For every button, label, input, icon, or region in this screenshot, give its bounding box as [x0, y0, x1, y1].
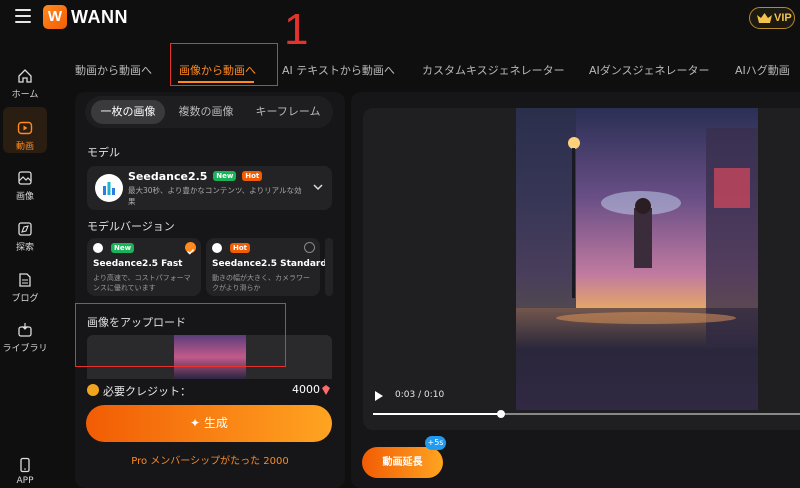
- sparkle-icon: ✦: [190, 416, 204, 430]
- model-version-label: モデルバージョン: [87, 220, 175, 233]
- image-mode-segmented: 一枚の画像 複数の画像 キーフレーム: [85, 96, 333, 128]
- nav-label: 探索: [15, 243, 34, 253]
- menu-icon[interactable]: [15, 9, 31, 23]
- segment-keyframe[interactable]: キーフレーム: [251, 100, 325, 124]
- model-description: 最大30秒、より豊かなコンテンツ、よりリアルな効果: [128, 186, 302, 206]
- unselected-radio-icon: [304, 242, 315, 253]
- blog-icon: [19, 273, 31, 287]
- tab-hug-video[interactable]: AIハグ動画: [735, 62, 790, 78]
- model-name-text: Seedance2.5: [128, 170, 208, 183]
- new-badge: New: [213, 171, 237, 181]
- credit-label: 必要クレジット：: [103, 385, 191, 398]
- selected-check-icon: [185, 242, 196, 255]
- segment-multiple-images[interactable]: 複数の画像: [169, 100, 243, 124]
- left-nav: ホーム 動画 画像 探索 ブログ ライブラリ APP: [0, 36, 50, 488]
- model-name: Seedance2.5 New Hot: [128, 170, 263, 183]
- vip-label: VIP: [774, 12, 792, 24]
- annotation-box-upload: [75, 303, 286, 367]
- nav-item-blog[interactable]: ブログ: [0, 272, 50, 304]
- explore-icon: [18, 222, 32, 236]
- version-card-fast[interactable]: New Seedance2.5 Fast より高速で、コストパフォーマ ンスに優…: [87, 238, 201, 296]
- model-label: モデル: [87, 146, 120, 159]
- nav-item-library[interactable]: ライブラリ: [0, 322, 50, 354]
- model-logo-icon: [212, 243, 222, 253]
- chevron-down-icon: [313, 184, 323, 191]
- video-progress-bar[interactable]: [373, 410, 800, 418]
- nav-item-explore[interactable]: 探索: [0, 221, 50, 253]
- logo-icon[interactable]: W: [43, 5, 67, 29]
- annotation-box-tab: [170, 43, 278, 86]
- nav-item-image[interactable]: 画像: [0, 170, 50, 202]
- model-logo-icon: [93, 243, 103, 253]
- model-logo-icon: [95, 174, 123, 202]
- video-icon: [17, 121, 33, 135]
- crown-icon: [757, 13, 772, 23]
- nav-item-video[interactable]: 動画: [0, 120, 50, 152]
- model-select[interactable]: Seedance2.5 New Hot 最大30秒、より豊かなコンテンツ、よりリ…: [87, 166, 332, 210]
- hot-badge: Hot: [242, 171, 263, 181]
- tab-video-to-video[interactable]: 動画から動画へ: [75, 62, 152, 78]
- version-desc-line: クがより滑らか: [212, 284, 261, 292]
- generate-button[interactable]: ✦ 生成: [86, 405, 332, 442]
- version-name: Seedance2.5 Fast: [93, 259, 183, 269]
- nav-item-home[interactable]: ホーム: [0, 68, 50, 100]
- credit-row: 必要クレジット： 4000: [87, 382, 332, 400]
- brand-name[interactable]: WANN: [71, 7, 128, 28]
- tab-text-to-video[interactable]: AI テキストから動画へ: [282, 62, 395, 78]
- image-icon: [18, 171, 32, 185]
- tab-dance-generator[interactable]: AIダンスジェネレーター: [589, 62, 710, 78]
- new-badge: New: [111, 243, 135, 253]
- version-desc-line: 動きの幅が大きく、カメラワー: [212, 274, 310, 282]
- video-scene-illustration: [516, 108, 758, 410]
- nav-label: APP: [16, 476, 34, 486]
- extend-duration-badge: +5s: [425, 436, 446, 450]
- annotation-step-number: 1: [284, 5, 309, 54]
- version-card-partial[interactable]: [325, 238, 333, 296]
- generate-label: 生成: [203, 416, 228, 430]
- nav-label: ホーム: [11, 90, 39, 100]
- coin-icon: [87, 384, 99, 396]
- tab-kiss-generator[interactable]: カスタムキスジェネレーター: [422, 62, 565, 78]
- video-time: 0:03 / 0:10: [395, 390, 445, 400]
- version-description: より高速で、コストパフォーマ ンスに優れています: [93, 273, 191, 293]
- nav-label: ブログ: [11, 294, 39, 304]
- credit-value: 4000: [292, 383, 320, 396]
- version-desc-line: より高速で、コストパフォーマ: [93, 274, 191, 282]
- nav-label: 画像: [15, 192, 34, 202]
- settings-panel: 一枚の画像 複数の画像 キーフレーム モデル Seedance2.5 New H…: [75, 92, 345, 488]
- play-icon[interactable]: [375, 391, 383, 401]
- video-frame[interactable]: [516, 108, 758, 410]
- version-name: Seedance2.5 Standard: [212, 259, 327, 269]
- nav-item-app[interactable]: APP: [0, 457, 50, 486]
- gem-icon: [322, 385, 330, 395]
- pro-membership-link[interactable]: Pro メンバーシップがたった 2000: [75, 452, 345, 467]
- home-icon: [18, 69, 32, 83]
- version-description: 動きの幅が大きく、カメラワー クがより滑らか: [212, 273, 310, 293]
- hot-badge: Hot: [230, 243, 251, 253]
- nav-label: ライブラリ: [2, 344, 48, 354]
- extend-video-button[interactable]: 動画延長: [362, 447, 443, 478]
- version-desc-line: ンスに優れています: [93, 284, 156, 292]
- phone-icon: [20, 457, 30, 473]
- version-card-standard[interactable]: Hot Seedance2.5 Standard 動きの幅が大きく、カメラワー …: [206, 238, 327, 296]
- vip-button[interactable]: VIP: [749, 7, 795, 29]
- library-icon: [18, 323, 32, 337]
- nav-label: 動画: [15, 142, 34, 152]
- tab-bar: 動画から動画へ 画像から動画へ AI テキストから動画へ カスタムキスジェネレー…: [50, 36, 800, 92]
- segment-single-image[interactable]: 一枚の画像: [91, 100, 165, 124]
- video-progress-fill: [373, 413, 502, 415]
- top-bar: W WANN VIP: [0, 0, 800, 36]
